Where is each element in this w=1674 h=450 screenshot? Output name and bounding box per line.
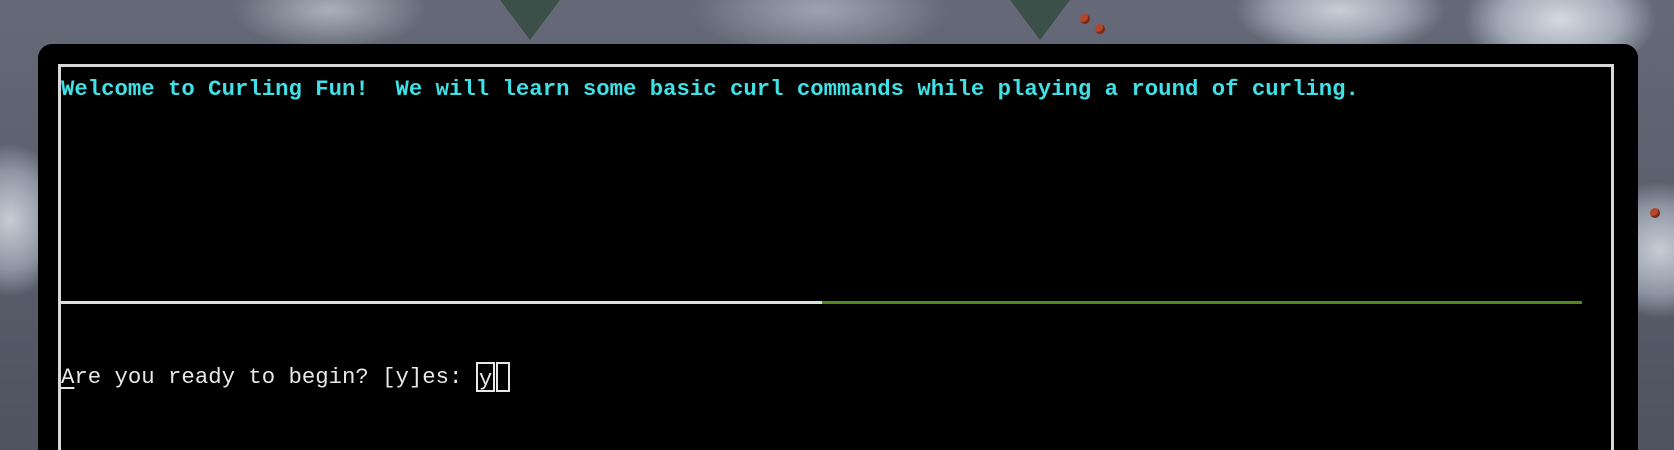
pine-branch-decoration [1010, 0, 1070, 40]
prompt-text: re you ready to begin? [y]es: [74, 364, 476, 390]
berry-decoration [1650, 208, 1660, 218]
berry-decoration [1080, 14, 1090, 24]
progress-divider-remaining [822, 301, 1582, 304]
prompt-first-char: A [61, 364, 75, 390]
answer-input[interactable]: y [475, 362, 496, 392]
text-cursor [496, 362, 511, 392]
prompt-line: Are you ready to begin? [y]es: y [61, 359, 511, 395]
progress-divider-done [61, 301, 822, 304]
terminal-output-text: Welcome to Curling Fun! We will learn so… [61, 76, 1359, 102]
berry-decoration [1095, 24, 1105, 34]
pine-branch-decoration [500, 0, 560, 40]
